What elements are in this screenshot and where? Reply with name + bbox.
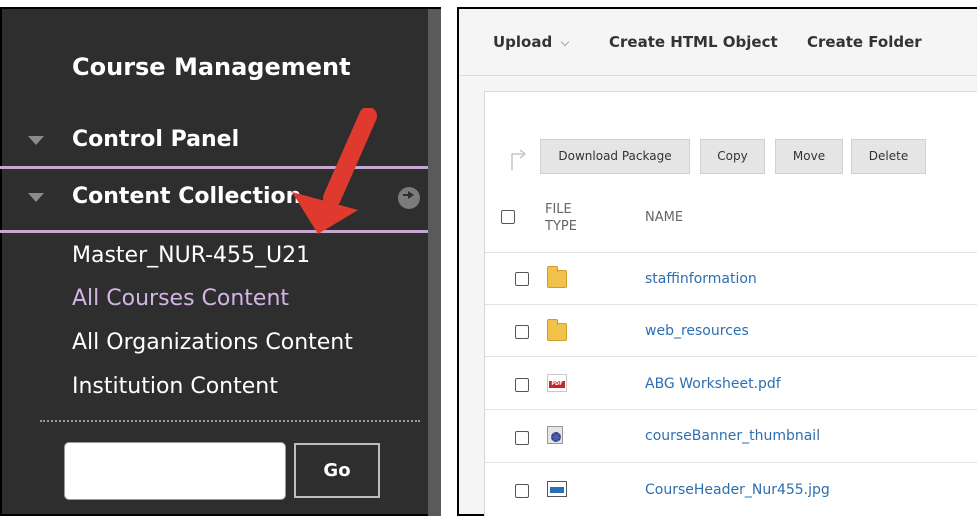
toolbar-divider [459,75,977,76]
create-html-object-button[interactable]: Create HTML Object [609,33,778,51]
link-all-organizations-content[interactable]: All Organizations Content [72,330,353,355]
row-divider [485,409,977,410]
upload-menu[interactable]: Upload [493,33,552,51]
copy-button[interactable]: Copy [700,139,765,174]
column-header-name[interactable]: NAME [645,210,683,225]
link-institution-content[interactable]: Institution Content [72,374,278,399]
collapse-triangle-icon[interactable] [28,136,44,145]
chevron-down-icon[interactable] [560,37,570,47]
row-checkbox[interactable] [515,431,529,445]
row-divider [485,252,977,253]
row-divider [485,462,977,463]
folder-icon [547,266,567,288]
select-arrow-icon [511,149,526,170]
row-checkbox[interactable] [515,272,529,286]
panel-title: Course Management [72,53,351,81]
file-link[interactable]: CourseHeader_Nur455.jpg [645,482,830,498]
link-master-course[interactable]: Master_NUR-455_U21 [72,243,310,268]
file-link[interactable]: courseBanner_thumbnail [645,428,820,444]
download-package-button[interactable]: Download Package [540,139,690,174]
row-checkbox[interactable] [515,325,529,339]
screenshot-root: Course Management Control Panel Content … [0,0,977,516]
collapse-triangle-icon[interactable] [28,193,44,202]
file-link[interactable]: staffinformation [645,271,757,287]
scrollbar[interactable] [428,7,441,516]
row-checkbox[interactable] [515,484,529,498]
delete-button[interactable]: Delete [851,139,926,174]
search-input[interactable] [64,442,286,500]
pdf-icon: PDF [547,374,567,392]
file-link[interactable]: ABG Worksheet.pdf [645,376,781,392]
content-collection-label: Content Collection [72,184,302,209]
file-list-panel: Download Package Copy Move Delete FILE T… [484,91,977,516]
go-button[interactable]: Go [294,443,380,498]
file-link[interactable]: web_resources [645,323,749,339]
move-button[interactable]: Move [775,139,843,174]
dotted-divider [40,420,420,422]
annotation-arrow-icon [292,108,377,234]
link-all-courses-content[interactable]: All Courses Content [72,286,289,311]
row-checkbox[interactable] [515,378,529,392]
row-divider [485,304,977,305]
row-divider [485,356,977,357]
create-folder-button[interactable]: Create Folder [807,33,922,51]
gear-file-icon [547,426,563,444]
column-header-file-type[interactable]: FILE TYPE [545,201,577,235]
folder-icon [547,319,567,341]
select-all-checkbox[interactable] [501,210,515,224]
content-collection-view: Upload Create HTML Object Create Folder … [457,7,977,516]
image-file-icon [547,481,567,497]
go-arrow-icon[interactable] [398,187,420,209]
control-panel-label: Control Panel [72,127,240,152]
